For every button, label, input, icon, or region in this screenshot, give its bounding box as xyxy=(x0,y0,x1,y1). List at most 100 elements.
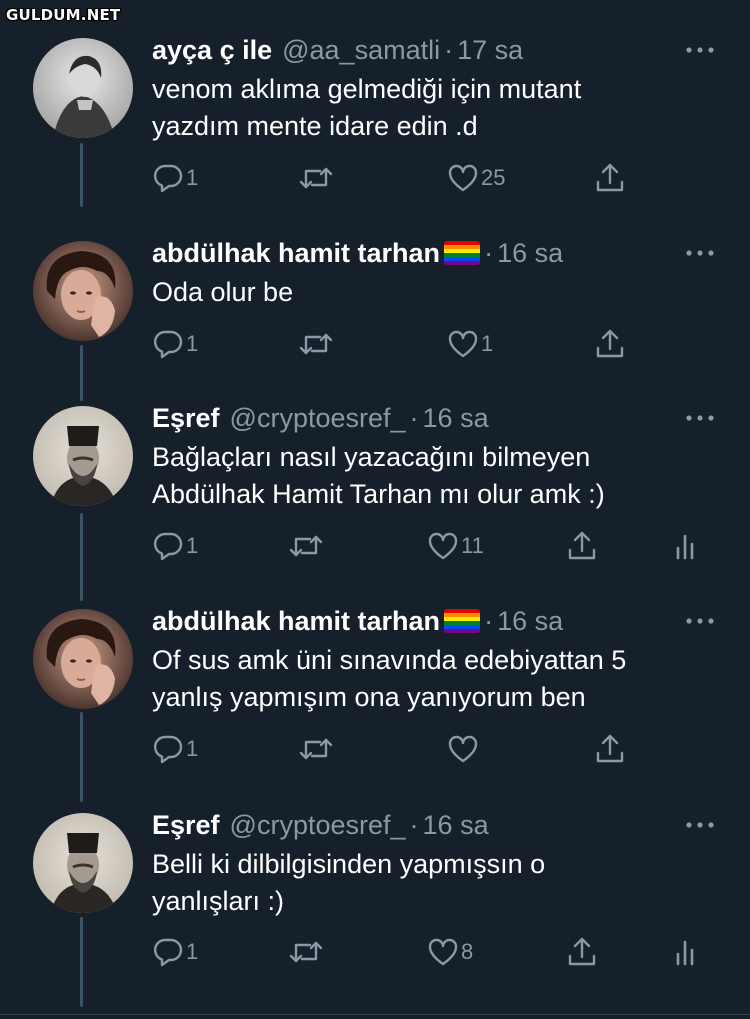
display-name[interactable]: Eşref xyxy=(152,403,220,434)
heart-icon xyxy=(448,735,478,763)
avatar-fez-portrait-icon xyxy=(33,813,133,913)
timestamp[interactable]: 16 sa xyxy=(423,403,489,434)
retweet-icon xyxy=(289,535,323,557)
thread-line xyxy=(80,143,83,207)
tweet-text-line: yanlış yapmışım ona yanıyorum ben xyxy=(152,682,586,712)
more-options-icon[interactable] xyxy=(684,44,716,56)
analytics-button[interactable] xyxy=(674,526,700,566)
avatar[interactable] xyxy=(33,241,133,341)
analytics-icon xyxy=(676,940,694,966)
like-button[interactable]: 1 xyxy=(447,324,493,364)
reply-button[interactable]: 1 xyxy=(152,526,198,566)
share-icon xyxy=(568,531,596,560)
tweet-text-line: yanlışları :) xyxy=(152,886,285,916)
share-button[interactable] xyxy=(566,526,598,566)
thread-line xyxy=(80,513,83,601)
watermark: GULDUM.NET xyxy=(6,6,121,24)
like-count: 8 xyxy=(461,939,474,964)
like-button[interactable]: 11 xyxy=(427,526,484,566)
share-button[interactable] xyxy=(566,932,598,972)
reply-button[interactable]: 1 xyxy=(152,932,198,972)
retweet-button[interactable] xyxy=(298,324,336,364)
divider xyxy=(0,1014,750,1015)
tweet-text-line: venom aklıma gelmediği için mutant xyxy=(152,74,582,104)
heart-icon xyxy=(448,164,478,192)
display-name[interactable]: Eşref xyxy=(152,810,220,841)
reply-count: 1 xyxy=(186,165,199,190)
more-options-icon[interactable] xyxy=(684,247,716,259)
display-name[interactable]: ayça ç ile xyxy=(152,35,272,66)
retweet-button[interactable] xyxy=(288,526,326,566)
reply-button[interactable]: 1 xyxy=(152,729,198,769)
timestamp[interactable]: 17 sa xyxy=(457,35,523,66)
tweet-header: Eşref @cryptoesref_ · 16 sa xyxy=(152,398,489,438)
tweet-text-line: Belli ki dilbilgisinden yapmışsın o xyxy=(152,849,546,879)
retweet-button[interactable] xyxy=(298,729,336,769)
like-button[interactable]: 8 xyxy=(427,932,473,972)
timestamp[interactable]: 16 sa xyxy=(497,238,563,269)
handle[interactable]: @cryptoesref_ xyxy=(230,403,406,434)
tweet-actions: 1 25 xyxy=(152,158,712,198)
handle[interactable]: @cryptoesref_ xyxy=(230,810,406,841)
avatar-woman-bw-icon xyxy=(33,38,133,138)
tweet-text: Belli ki dilbilgisinden yapmışsın o yanl… xyxy=(152,846,722,920)
tweet-text-line: Oda olur be xyxy=(152,277,294,307)
heart-icon xyxy=(448,330,478,358)
like-button[interactable] xyxy=(447,729,481,769)
more-options-icon[interactable] xyxy=(684,615,716,627)
share-button[interactable] xyxy=(594,158,626,198)
reply-button[interactable]: 1 xyxy=(152,158,198,198)
reply-icon xyxy=(153,164,183,193)
tweet-header: abdülhak hamit tarhan · 16 sa xyxy=(152,233,563,273)
timestamp[interactable]: 16 sa xyxy=(423,810,489,841)
tweet-text-line: Abdülhak Hamit Tarhan mı olur amk :) xyxy=(152,479,605,509)
tweet-text: Bağlaçları nasıl yazacağını bilmeyen Abd… xyxy=(152,439,722,513)
tweet-header: Eşref @cryptoesref_ · 16 sa xyxy=(152,805,489,845)
analytics-button[interactable] xyxy=(674,932,700,972)
avatar[interactable] xyxy=(33,813,133,913)
separator: · xyxy=(409,809,419,840)
timestamp[interactable]: 16 sa xyxy=(497,606,563,637)
rainbow-flag-icon xyxy=(444,241,481,265)
tweet-actions: 1 8 xyxy=(152,932,712,972)
retweet-icon xyxy=(289,941,323,963)
tweet-actions: 1 xyxy=(152,729,712,769)
tweet-actions: 1 1 xyxy=(152,324,712,364)
share-button[interactable] xyxy=(594,729,626,769)
heart-icon xyxy=(428,532,458,560)
share-icon xyxy=(596,329,624,358)
reply-count: 1 xyxy=(186,533,199,558)
tweet-text: venom aklıma gelmediği için mutant yazdı… xyxy=(152,71,722,145)
tweet-text: Of sus amk üni sınavında edebiyattan 5 y… xyxy=(152,642,722,716)
share-button[interactable] xyxy=(594,324,626,364)
thread-line xyxy=(80,712,83,802)
like-count: 1 xyxy=(481,331,494,356)
share-icon xyxy=(596,734,624,763)
share-icon xyxy=(596,163,624,192)
thread-line xyxy=(80,345,83,401)
more-options-icon[interactable] xyxy=(684,412,716,424)
more-options-icon[interactable] xyxy=(684,819,716,831)
retweet-icon xyxy=(299,167,333,189)
reply-count: 1 xyxy=(186,939,199,964)
avatar[interactable] xyxy=(33,406,133,506)
tweet-actions: 1 11 xyxy=(152,526,712,566)
avatar-curly-hair-icon xyxy=(33,241,133,341)
avatar[interactable] xyxy=(33,609,133,709)
retweet-button[interactable] xyxy=(288,932,326,972)
separator: · xyxy=(444,34,454,65)
avatar[interactable] xyxy=(33,38,133,138)
like-button[interactable]: 25 xyxy=(447,158,505,198)
handle[interactable]: @aa_samatli xyxy=(282,35,440,66)
like-count: 25 xyxy=(481,165,506,190)
display-name[interactable]: abdülhak hamit tarhan xyxy=(152,606,440,637)
retweet-button[interactable] xyxy=(298,158,336,198)
tweet-header: abdülhak hamit tarhan · 16 sa xyxy=(152,601,563,641)
reply-icon xyxy=(153,938,183,967)
reply-count: 1 xyxy=(186,736,199,761)
display-name[interactable]: abdülhak hamit tarhan xyxy=(152,238,440,269)
reply-button[interactable]: 1 xyxy=(152,324,198,364)
separator: · xyxy=(484,605,494,636)
retweet-icon xyxy=(299,333,333,355)
heart-icon xyxy=(428,938,458,966)
